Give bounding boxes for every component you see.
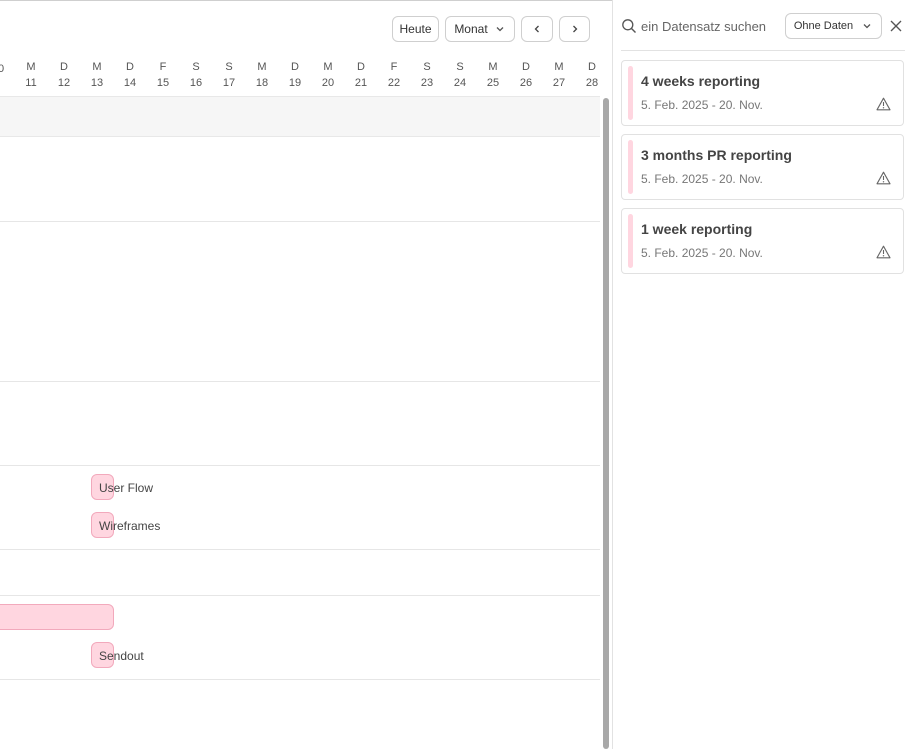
task-bar-long[interactable] <box>0 604 114 630</box>
row-divider <box>0 221 600 222</box>
card-color-accent <box>628 214 633 268</box>
top-divider <box>0 0 612 1</box>
day-column-header: M 20 <box>321 61 335 89</box>
task-label-wireframes: Wireframes <box>99 519 161 533</box>
card-date-range: 5. Feb. 2025 - 20. Nov. <box>641 172 763 186</box>
day-column-header: D 14 <box>123 61 137 89</box>
group-header-row <box>0 96 600 137</box>
task-label-sendout: Sendout <box>99 649 144 663</box>
warning-icon <box>876 245 891 259</box>
row-divider <box>0 465 600 466</box>
day-column-header: D 19 <box>288 61 302 89</box>
warning-icon <box>876 171 891 185</box>
day-column-header: M 11 <box>25 61 37 89</box>
record-card[interactable]: 1 week reporting 5. Feb. 2025 - 20. Nov. <box>621 208 904 274</box>
card-date-range: 5. Feb. 2025 - 20. Nov. <box>641 98 763 112</box>
day-column-header: M 25 <box>486 61 500 89</box>
next-period-button[interactable] <box>559 16 590 42</box>
card-title: 1 week reporting <box>641 221 753 237</box>
day-column-header: M 13 <box>90 61 104 89</box>
view-select-label: Monat <box>454 22 488 36</box>
today-button[interactable]: Heute <box>392 16 439 42</box>
row-divider <box>0 381 600 382</box>
card-date-range: 5. Feb. 2025 - 20. Nov. <box>641 246 763 260</box>
day-column-header: D 26 <box>519 61 533 89</box>
chevron-down-icon <box>863 24 871 29</box>
day-column-header: S 16 <box>189 61 203 89</box>
day-column-header: S 23 <box>420 61 434 89</box>
row-divider <box>0 549 600 550</box>
chevron-down-icon <box>496 27 504 32</box>
record-card[interactable]: 3 months PR reporting 5. Feb. 2025 - 20.… <box>621 134 904 200</box>
date-filter-label: Ohne Daten <box>793 20 854 32</box>
day-column-header: D 12 <box>57 61 71 89</box>
day-column-header: M 18 <box>255 61 269 89</box>
panel-divider <box>612 0 613 749</box>
vertical-scrollbar[interactable] <box>603 98 609 749</box>
day-column-header: F 15 <box>156 61 170 89</box>
day-column-header: 10 <box>0 63 5 75</box>
date-filter-select[interactable]: Ohne Daten <box>785 13 882 39</box>
warning-icon <box>876 97 891 111</box>
card-title: 3 months PR reporting <box>641 147 792 163</box>
view-select[interactable]: Monat <box>445 16 515 42</box>
panel-header-divider <box>621 50 905 51</box>
day-column-header: F 22 <box>387 61 401 89</box>
day-column-header: S 17 <box>222 61 236 89</box>
record-search-input[interactable] <box>641 17 781 35</box>
day-column-header: M 27 <box>552 61 566 89</box>
prev-period-button[interactable] <box>521 16 553 42</box>
close-icon[interactable] <box>888 18 904 34</box>
card-color-accent <box>628 66 633 120</box>
task-label-user-flow: User Flow <box>99 481 154 495</box>
card-color-accent <box>628 140 633 194</box>
day-header: 10 M11 D12 M13 D14 F15 S16 S17 M18 D19 M… <box>0 60 600 96</box>
row-divider <box>0 595 600 596</box>
chevron-left-icon <box>534 25 539 33</box>
day-column-header: D 21 <box>354 61 368 89</box>
card-title: 4 weeks reporting <box>641 73 761 89</box>
search-icon <box>622 19 636 33</box>
day-column-header: D 28 <box>585 61 599 89</box>
row-divider <box>0 679 600 680</box>
day-column-header: S 24 <box>453 61 467 89</box>
chevron-right-icon <box>572 25 577 33</box>
record-card[interactable]: 4 weeks reporting 5. Feb. 2025 - 20. Nov… <box>621 60 904 126</box>
